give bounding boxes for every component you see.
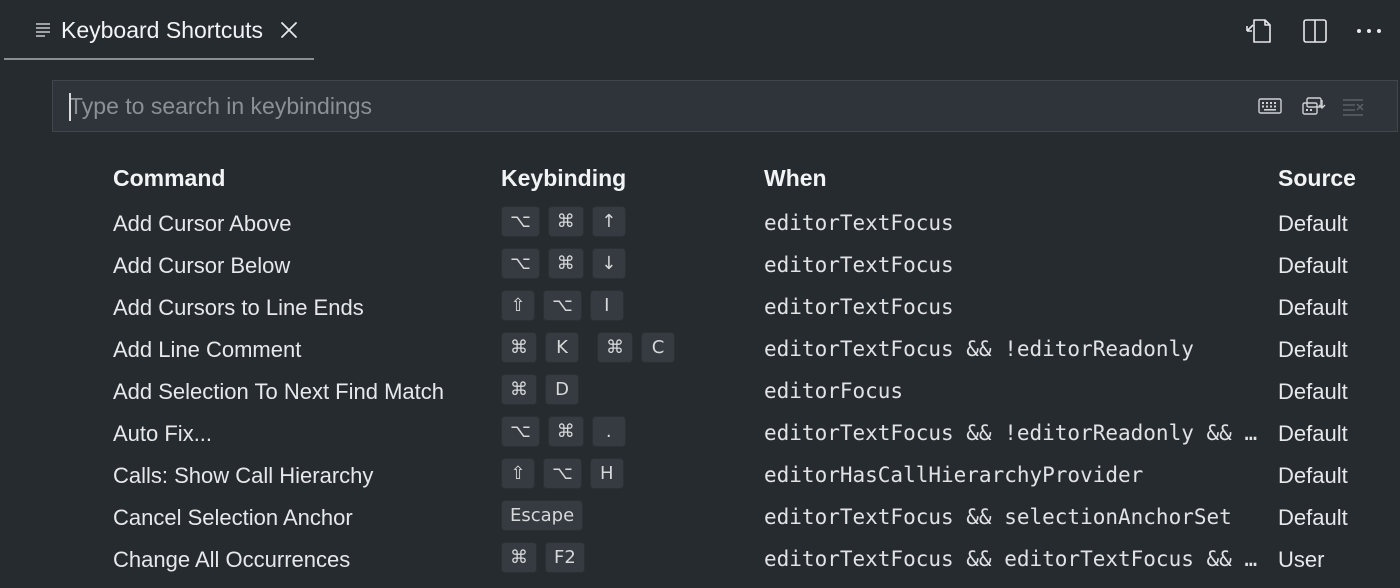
keybindings-icon [36, 23, 50, 37]
source-cell: Default [1278, 337, 1348, 362]
when-cell: editorFocus [764, 379, 904, 403]
table-row[interactable]: Add Selection To Next Find Match ⌘ Deditor… [0, 371, 1400, 413]
table-row[interactable]: Cancel Selection Anchor Escape editorTextF… [0, 497, 1400, 539]
when-cell: editorTextFocus && !editorReadonly [764, 337, 1194, 361]
command-cell: Add Cursor Below [113, 253, 291, 278]
key-label: F2 [545, 542, 585, 573]
split-editor-icon[interactable] [1301, 17, 1329, 45]
command-cell: Calls: Show Call Hierarchy [113, 463, 374, 488]
command-cell: Add Line Comment [113, 337, 302, 362]
when-cell: editorHasCallHierarchyProvider [764, 463, 1144, 487]
key-label: ⇧ [501, 290, 535, 321]
source-cell: Default [1278, 463, 1348, 488]
key-label: D [545, 374, 579, 405]
key-label: ↑ [591, 206, 626, 237]
source-cell: Default [1278, 211, 1348, 236]
source-cell: Default [1278, 505, 1348, 530]
key-label: ⇧ [501, 458, 535, 489]
key-label: ⌥ [501, 416, 540, 447]
key-label: Escape [501, 500, 584, 531]
table-row[interactable]: Add Cursors to Line Ends ⇧ ⌥ IeditorTextFoc… [0, 287, 1400, 329]
record-keys-icon[interactable] [1257, 95, 1283, 117]
key-label: C [641, 332, 675, 363]
table-row[interactable]: Change All Occurrences ⌘ F2 editorTextFocus… [0, 539, 1400, 581]
column-header-keybinding[interactable]: Keybinding [501, 165, 626, 192]
more-actions-icon[interactable] [1355, 17, 1383, 45]
key-label: ⌘ [597, 332, 633, 363]
key-label: ⌘ [501, 542, 537, 573]
column-header-command[interactable]: Command [113, 165, 225, 192]
when-cell: editorTextFocus && editorTextFocus && !e… [764, 547, 1269, 571]
key-label: I [589, 290, 624, 321]
when-cell: editorTextFocus && selectionAnchorSet [764, 505, 1232, 529]
sort-by-precedence-icon[interactable] [1301, 95, 1327, 117]
source-cell: Default [1278, 253, 1348, 278]
key-label: ⌥ [543, 458, 582, 489]
key-label: ⌥ [543, 290, 582, 321]
keybinding-cell: Escape [501, 500, 591, 534]
key-label: ⌘ [501, 374, 537, 405]
source-cell: Default [1278, 379, 1348, 404]
keybindings-search-box [52, 80, 1398, 132]
text-cursor [69, 93, 71, 121]
table-row[interactable]: Auto Fix... ⌥ ⌘. editorTextFocus && !editor… [0, 413, 1400, 455]
when-cell: editorTextFocus [764, 295, 954, 319]
tab-keyboard-shortcuts[interactable]: Keyboard Shortcuts [4, 0, 314, 60]
table-row[interactable]: Add Line Comment ⌘ K ⌘ CeditorTextFocus && !… [0, 329, 1400, 371]
keybinding-cell: ⌥ ⌘ ↑ [501, 206, 634, 240]
when-cell: editorTextFocus [764, 211, 954, 235]
command-cell: Auto Fix... [113, 421, 213, 446]
key-label: ⌘ [547, 206, 584, 237]
command-cell: Cancel Selection Anchor [113, 505, 353, 530]
keybinding-cell: ⌘ K ⌘ C [501, 332, 683, 366]
source-cell: User [1278, 547, 1325, 572]
table-row[interactable]: Calls: Show Call Hierarchy ⇧ ⌥ HeditorHasCa… [0, 455, 1400, 497]
command-cell: Change All Occurrences [113, 547, 351, 572]
key-label: K [545, 332, 579, 363]
keybinding-cell: ⇧ ⌥ H [501, 458, 632, 492]
keybinding-cell: ⌥ ⌘. [501, 416, 634, 450]
clear-search-icon[interactable] [1341, 95, 1367, 117]
key-label: ⌘ [547, 248, 584, 279]
key-label: . [591, 416, 626, 447]
source-cell: Default [1278, 295, 1348, 320]
column-header-source[interactable]: Source [1278, 165, 1356, 192]
table-row[interactable]: Add Cursor Below ⌥ ⌘ ↓ editorTextFocus Defaul… [0, 245, 1400, 287]
key-label: ⌥ [501, 206, 540, 237]
source-cell: Default [1278, 421, 1348, 446]
open-keybindings-json-icon[interactable] [1245, 17, 1273, 45]
tab-title: Keyboard Shortcuts [61, 17, 264, 43]
key-label: H [589, 458, 624, 489]
key-label: ↓ [591, 248, 626, 279]
keybinding-cell: ⌘ F2 [501, 542, 593, 576]
close-icon[interactable] [278, 19, 300, 41]
keybinding-cell: ⇧ ⌥ I [501, 290, 632, 324]
key-label: ⌥ [501, 248, 540, 279]
table-row[interactable]: Add Cursor Above ⌥ ⌘ ↑ editorTextFocus Defaul… [0, 203, 1400, 245]
command-cell: Add Selection To Next Find Match [113, 379, 444, 404]
command-cell: Add Cursor Above [113, 211, 292, 236]
key-label: ⌘ [547, 416, 584, 447]
key-label: ⌘ [501, 332, 537, 363]
keybinding-cell: ⌥ ⌘ ↓ [501, 248, 634, 282]
tab-bar: Keyboard Shortcuts [0, 0, 1400, 62]
column-header-when[interactable]: When [764, 165, 827, 192]
when-cell: editorTextFocus [764, 253, 954, 277]
keybinding-cell: ⌘ D [501, 374, 587, 408]
command-cell: Add Cursors to Line Ends [113, 295, 364, 320]
search-input[interactable] [69, 81, 1219, 131]
when-cell: editorTextFocus && !editorReadonly && su… [764, 421, 1269, 445]
